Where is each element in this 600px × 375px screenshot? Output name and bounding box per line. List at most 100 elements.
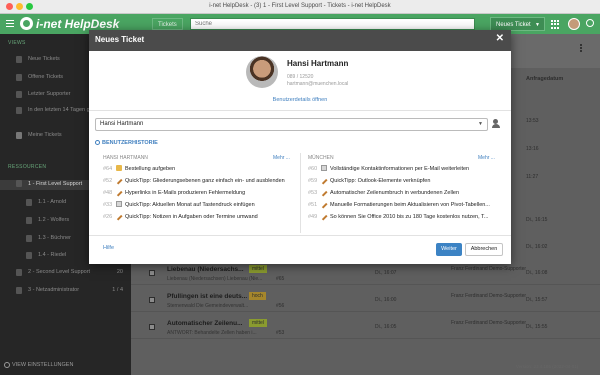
history-item-text: QuickTipp: Outlook-Elemente verknüpfen [330,178,431,184]
ticket-number: #53 [308,190,318,196]
row-checkbox[interactable] [149,324,155,330]
ticket-title: Automatischer Zeilenu... [167,320,243,327]
user-email: hartmann@muenchen.local [287,81,349,87]
history-column-label-user: HANSI HARTMANN [103,155,148,161]
history-item[interactable]: #49 So können Sie Office 2010 bis zu 180 … [308,212,488,223]
search-input[interactable] [190,18,475,30]
ticket-number: #56 [276,303,285,309]
view-icon [16,91,22,98]
history-item[interactable]: #52 QuickTipp: Gliederungsebenen ganz ein… [103,176,285,187]
sidebar-item-netzadmin[interactable]: 3 - Netzadministrator 1 / 4 [0,287,131,294]
history-item[interactable]: #64 Bestellung aufgeben [103,164,175,175]
group-icon [16,180,22,187]
row-checkbox[interactable] [149,270,155,276]
table-row[interactable]: Automatischer Zeilenu... ANTWORT: Behand… [131,316,600,339]
next-button[interactable]: Weiter [436,243,462,256]
close-icon[interactable]: ✕ [496,33,504,44]
request-date: 11:27 [526,174,539,180]
history-item-text: QuickTipp: Aktuellen Monat auf Tastendru… [125,202,255,208]
user-name: Hansi Hartmann [287,59,349,68]
user-phone: 089 / 12520 [287,74,314,80]
priority-badge: hoch [249,292,266,300]
ticket-preview: Sternenwald Die Gemeindeverwalt... [167,303,249,309]
sidebar-item-label: Neue Tickets [28,56,60,62]
history-item[interactable]: #26 QuickTipp: Notizen in Aufgaben oder T… [103,212,258,223]
user-history-heading[interactable]: BENUTZERHISTORIE [95,140,158,146]
ticket-number: #59 [308,178,318,184]
more-link-user[interactable]: Mehr ... [273,155,290,161]
column-divider [300,153,301,233]
history-item[interactable]: #59 QuickTipp: Outlook-Elemente verknüpfe… [308,176,430,187]
new-ticket-dialog: Neues Ticket ✕ Hansi Hartmann 089 / 1252… [89,30,511,264]
history-item[interactable]: #48 Hyperlinks in E-Mails produzieren Feh… [103,188,245,199]
sidebar-item-label: 1.4 - Riedel [38,252,67,258]
more-options-icon[interactable] [580,44,583,53]
cancel-button[interactable]: Abbrechen [465,243,503,256]
ticket-date: Di., 16:05 [375,324,397,330]
request-date: Di., 16:02 [526,244,548,250]
new-ticket-label: Neues Ticket [496,22,531,28]
help-link[interactable]: Hilfe [103,245,114,251]
history-item[interactable]: #60 Vollständige Kontaktinformationen per… [308,164,469,175]
history-item-text: Hyperlinks in E-Mails produzieren Fehler… [125,190,246,196]
sidebar-item-label: 1.3 - Büchner [38,235,72,241]
new-ticket-button[interactable]: Neues Ticket ▼ [490,17,545,31]
pencil-icon [320,189,328,197]
ticket-number: #64 [103,166,113,172]
avatar[interactable] [568,18,580,30]
open-user-details-link[interactable]: Benutzerdetails öffnen [89,97,511,103]
views-heading: VIEWS [8,40,26,46]
ticket-date: Di., 16:00 [375,297,397,303]
sidebar-item-second-level[interactable]: 2 - Second Level Support 20 [0,269,131,276]
folder-icon [116,165,122,171]
more-link-location[interactable]: Mehr ... [478,155,495,161]
version-label: Version: 23.4.186 (2022-04-01) [516,364,579,369]
user-select-value: Hansi Hartmann [100,121,144,127]
history-item-text: QuickTipp: Gliederungsebenen ganz einfac… [125,178,285,184]
view-settings-button[interactable]: VIEW EINSTELLUNGEN [4,362,73,368]
table-row[interactable]: Pfullingen ist eine deuts... Sternenwald… [131,289,600,312]
ticket-number: #51 [308,202,318,208]
history-item[interactable]: #53 Automatischer Zeilenumbruch in verbun… [308,188,459,199]
count-badge: 20 [116,269,123,275]
history-item-text: Vollständige Kontaktinformationen per E-… [330,166,470,172]
menu-icon[interactable] [6,20,14,29]
apps-grid-icon[interactable] [551,20,560,29]
pencil-icon [320,177,328,185]
document-icon [116,201,122,207]
sidebar-item-label: 1.1 - Arnold [38,199,67,205]
history-item-text: QuickTipp: Notizen in Aufgaben oder Term… [125,214,258,220]
sidebar-item-label: Letzter Supporter [28,91,71,97]
row-checkbox[interactable] [149,297,155,303]
dialog-header: Neues Ticket ✕ [89,30,511,51]
ticket-number: #52 [103,178,113,184]
pencil-icon [115,189,123,197]
ticket-request-date: Di., 16:08 [526,270,548,276]
view-icon [16,107,22,114]
search-icon[interactable] [586,19,594,27]
ticket-number: #65 [276,276,285,282]
ticket-preview: ANTWORT: Behandelte Zellen haben i... [167,330,257,336]
divider [89,235,511,236]
pencil-icon [115,213,123,221]
user-select[interactable]: Hansi Hartmann ▼ [95,118,488,131]
chevron-down-icon[interactable]: ▼ [535,18,540,32]
history-item-text: Bestellung aufgeben [125,166,176,172]
document-icon [321,165,327,171]
ticket-number: #60 [308,166,318,172]
tab-tickets[interactable]: Tickets [152,18,183,30]
sidebar-item-label: 3 - Netzadministrator [28,287,80,293]
table-row[interactable]: Liebenau (Niedersachs... Liebenau (Niede… [131,262,600,285]
history-item[interactable]: #51 Manuelle Formatierungen beim Aktualis… [308,200,490,211]
sidebar-item-label: 1.2 - Wolfers [38,217,70,223]
ticket-request-date: Di., 15:55 [526,324,548,330]
count-badge: 1 / 4 [112,287,123,293]
history-item[interactable]: #33 QuickTipp: Aktuellen Monat auf Tasten… [103,200,255,211]
pencil-icon [115,177,123,185]
pencil-icon [320,213,328,221]
ticket-number: #49 [308,214,318,220]
column-header-request-date[interactable]: Anfragedatum [526,76,563,82]
chevron-down-icon[interactable]: ▼ [478,119,483,130]
pencil-icon [320,201,328,209]
user-settings-icon[interactable] [492,119,502,129]
